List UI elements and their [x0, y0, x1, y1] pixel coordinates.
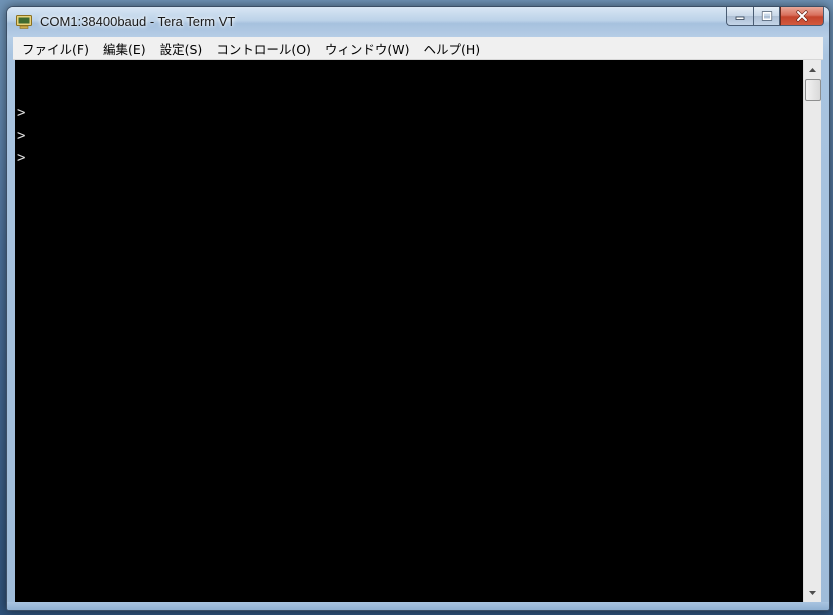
window-bottom-frame [7, 602, 829, 610]
tera-term-window: COM1:38400baud - Tera Term VT ファイル(F) 編集… [6, 6, 830, 611]
menu-edit[interactable]: 編集(E) [96, 39, 153, 58]
tera-term-app-icon [16, 15, 32, 29]
terminal-line: > [17, 150, 26, 166]
terminal-line: > [17, 128, 26, 144]
vertical-scrollbar[interactable] [803, 60, 821, 602]
menu-file[interactable]: ファイル(F) [15, 39, 96, 58]
scroll-down-arrow-icon [809, 590, 816, 595]
maximize-button[interactable] [753, 7, 780, 26]
maximize-icon [761, 11, 772, 21]
scroll-up-button[interactable] [804, 61, 821, 78]
minimize-icon [735, 16, 745, 20]
close-icon [796, 10, 808, 22]
scroll-thumb[interactable] [805, 79, 821, 101]
close-button[interactable] [780, 7, 824, 26]
terminal-screen[interactable]: > > > [15, 60, 803, 602]
caption-buttons [726, 7, 824, 27]
menu-help[interactable]: ヘルプ(H) [417, 39, 488, 58]
desktop-background: COM1:38400baud - Tera Term VT ファイル(F) 編集… [0, 0, 833, 615]
menu-setup[interactable]: 設定(S) [153, 39, 210, 58]
menu-bar: ファイル(F) 編集(E) 設定(S) コントロール(O) ウィンドウ(W) ヘ… [13, 37, 823, 60]
title-bar[interactable]: COM1:38400baud - Tera Term VT [7, 7, 829, 37]
minimize-button[interactable] [726, 7, 753, 26]
window-title: COM1:38400baud - Tera Term VT [40, 14, 236, 29]
terminal-line: > [17, 105, 26, 121]
scroll-down-button[interactable] [804, 584, 821, 601]
menu-window[interactable]: ウィンドウ(W) [318, 39, 417, 58]
menu-control[interactable]: コントロール(O) [209, 39, 318, 58]
scroll-up-arrow-icon [809, 67, 816, 72]
